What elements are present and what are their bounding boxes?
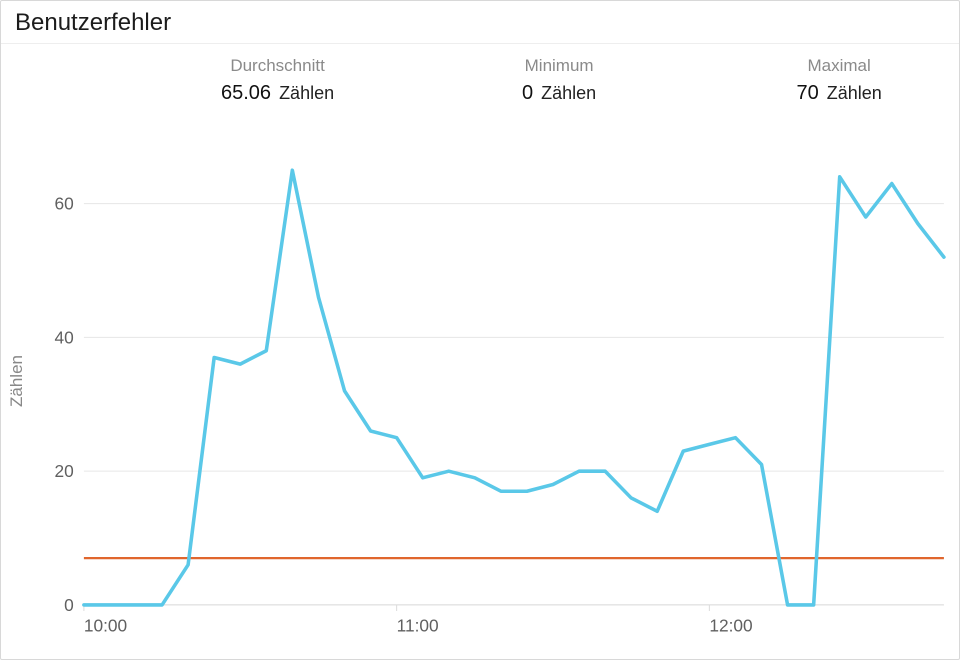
svg-text:20: 20	[54, 461, 73, 481]
y-axis-title: Zählen	[5, 355, 33, 407]
summary-stats-row: Durchschnitt 65.06 Zählen Minimum 0 Zähl…	[221, 44, 959, 105]
svg-text:40: 40	[54, 327, 73, 347]
stat-minimum: Minimum 0 Zählen	[504, 56, 614, 105]
line-chart: 0 20 40 60 10:00 11:00 12:00	[33, 111, 949, 651]
stat-maximum: Maximal 70 Zählen	[784, 56, 894, 105]
y-axis-ticks: 0 20 40 60	[54, 194, 73, 615]
plot-area-wrap: Zählen 0 20 40 60 10:00 11:00 12:00	[1, 105, 959, 659]
svg-text:11:00: 11:00	[397, 615, 439, 635]
x-axis-ticks: 10:00 11:00 12:00	[84, 605, 944, 635]
stat-average-unit: Zählen	[279, 83, 334, 104]
chart-card: Benutzerfehler Durchschnitt 65.06 Zählen…	[0, 0, 960, 660]
svg-text:10:00: 10:00	[84, 615, 127, 635]
stat-average: Durchschnitt 65.06 Zählen	[221, 56, 334, 105]
stat-maximum-unit: Zählen	[827, 83, 882, 104]
stat-average-value: 65.06	[221, 82, 271, 105]
svg-text:0: 0	[64, 595, 74, 615]
svg-text:60: 60	[54, 194, 73, 214]
chart-title: Benutzerfehler	[1, 1, 959, 44]
stat-average-label: Durchschnitt	[221, 56, 334, 76]
stat-minimum-value: 0	[522, 82, 533, 105]
data-series-line	[84, 170, 944, 605]
stat-maximum-label: Maximal	[784, 56, 894, 76]
gridlines	[84, 204, 944, 605]
stat-minimum-label: Minimum	[504, 56, 614, 76]
svg-text:12:00: 12:00	[709, 615, 752, 635]
stat-maximum-value: 70	[796, 82, 818, 105]
stat-minimum-unit: Zählen	[541, 83, 596, 104]
